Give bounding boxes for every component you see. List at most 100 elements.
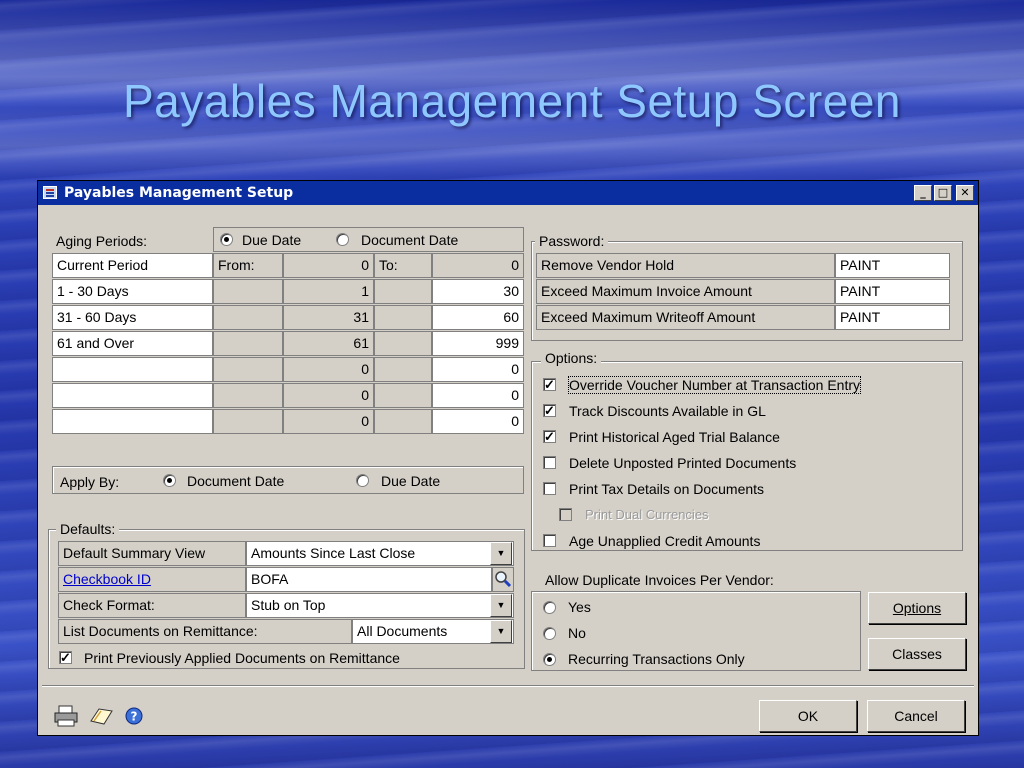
aging-period-to[interactable]: 0	[432, 409, 524, 434]
check-format-label: Check Format:	[58, 593, 246, 618]
print-previously-applied-label: Print Previously Applied Documents on Re…	[84, 650, 400, 666]
duplicates-recurring-label: Recurring Transactions Only	[568, 651, 745, 667]
option-label: Print Tax Details on Documents	[569, 481, 765, 497]
print-previously-applied-checkbox[interactable]: ✓	[59, 651, 72, 664]
aging-period-name[interactable]	[52, 357, 213, 382]
password-row-label: Remove Vendor Hold	[536, 253, 835, 278]
aging-due-date-radio[interactable]	[220, 233, 233, 246]
aging-period-from: 0	[283, 253, 374, 278]
option-checkbox[interactable]: ✓	[543, 378, 556, 391]
aging-spacer-cell	[374, 279, 432, 304]
option-checkbox[interactable]: ✓	[543, 404, 556, 417]
cancel-button[interactable]: Cancel	[867, 700, 965, 732]
search-icon	[495, 571, 512, 588]
aging-period-to[interactable]: 30	[432, 279, 524, 304]
aging-period-name[interactable]: 1 - 30 Days	[52, 279, 213, 304]
checkbook-id-link[interactable]: Checkbook ID	[63, 571, 151, 587]
options-button[interactable]: Options	[868, 592, 966, 624]
check-format-select[interactable]: Stub on Top	[246, 593, 514, 618]
checkbook-lookup-button[interactable]	[492, 567, 514, 592]
help-icon[interactable]: ?	[124, 706, 144, 726]
duplicate-invoices-label: Allow Duplicate Invoices Per Vendor:	[545, 572, 774, 588]
aging-spacer-cell	[213, 305, 283, 330]
printer-icon[interactable]	[54, 705, 80, 727]
apply-by-due-date-radio[interactable]	[356, 474, 369, 487]
aging-spacer-cell	[213, 409, 283, 434]
aging-period-name[interactable]: Current Period	[52, 253, 213, 278]
aging-spacer-cell	[374, 305, 432, 330]
aging-period-from: 61	[283, 331, 374, 356]
ok-button[interactable]: OK	[759, 700, 857, 732]
duplicates-no-radio[interactable]	[543, 627, 556, 640]
aging-period-to: 0	[432, 253, 524, 278]
dropdown-arrow-icon[interactable]: ▼	[490, 620, 512, 643]
payables-setup-window: Payables Management Setup _ □ ✕ Aging Pe…	[37, 180, 979, 736]
option-checkbox[interactable]: ✓	[543, 430, 556, 443]
aging-period-name[interactable]	[52, 409, 213, 434]
checkbook-id-cell: Checkbook ID	[58, 567, 246, 592]
default-summary-view-label: Default Summary View	[58, 541, 246, 566]
aging-period-from: 0	[283, 383, 374, 408]
duplicates-recurring-radio[interactable]	[543, 653, 556, 666]
apply-by-due-date-label: Due Date	[381, 473, 441, 489]
aging-document-date-label: Document Date	[361, 232, 459, 248]
option-label: Override Voucher Number at Transaction E…	[567, 376, 862, 394]
duplicates-yes-radio[interactable]	[543, 601, 556, 614]
list-documents-label: List Documents on Remittance:	[58, 619, 352, 644]
defaults-label: Defaults:	[56, 521, 120, 537]
aging-spacer-cell	[213, 279, 283, 304]
option-checkbox[interactable]	[543, 482, 556, 495]
slide-title: Payables Management Setup Screen	[122, 75, 902, 127]
apply-by-group	[52, 466, 524, 494]
classes-button[interactable]: Classes	[868, 638, 966, 670]
aging-spacer-cell	[213, 331, 283, 356]
password-row-label: Exceed Maximum Writeoff Amount	[536, 305, 835, 330]
from-label: From:	[213, 253, 283, 278]
password-field[interactable]: PAINT	[835, 253, 950, 278]
option-checkbox	[559, 508, 572, 521]
password-field[interactable]: PAINT	[835, 305, 950, 330]
password-field[interactable]: PAINT	[835, 279, 950, 304]
apply-by-document-date-label: Document Date	[187, 473, 285, 489]
options-label: Options:	[541, 350, 602, 366]
option-checkbox[interactable]	[543, 534, 556, 547]
note-icon[interactable]	[88, 705, 114, 727]
to-label: To:	[374, 253, 432, 278]
aging-period-name[interactable]	[52, 383, 213, 408]
aging-spacer-cell	[374, 357, 432, 382]
aging-period-name[interactable]: 31 - 60 Days	[52, 305, 213, 330]
aging-periods-label: Aging Periods:	[56, 233, 148, 249]
aging-period-name[interactable]: 61 and Over	[52, 331, 213, 356]
dropdown-arrow-icon[interactable]: ▼	[490, 542, 512, 565]
aging-period-from: 0	[283, 409, 374, 434]
option-label: Print Dual Currencies	[585, 507, 709, 522]
svg-text:?: ?	[131, 710, 138, 724]
aging-spacer-cell	[213, 357, 283, 382]
footer-divider	[42, 685, 974, 687]
option-label: Delete Unposted Printed Documents	[569, 455, 797, 471]
checkbook-id-field[interactable]: BOFA	[246, 567, 492, 592]
maximize-button[interactable]: □	[934, 185, 952, 201]
aging-period-to[interactable]: 0	[432, 383, 524, 408]
window-title: Payables Management Setup	[64, 185, 294, 201]
apply-by-document-date-radio[interactable]	[163, 474, 176, 487]
aging-period-from: 31	[283, 305, 374, 330]
password-label: Password:	[535, 233, 609, 249]
close-button[interactable]: ✕	[956, 185, 974, 201]
password-row-label: Exceed Maximum Invoice Amount	[536, 279, 835, 304]
duplicates-no-label: No	[568, 625, 586, 641]
aging-spacer-cell	[213, 383, 283, 408]
aging-period-to[interactable]: 60	[432, 305, 524, 330]
option-checkbox[interactable]	[543, 456, 556, 469]
window-titlebar[interactable]: Payables Management Setup _ □ ✕	[38, 181, 978, 205]
ok-button-label: OK	[797, 708, 819, 724]
aging-period-to[interactable]: 0	[432, 357, 524, 382]
apply-by-label: Apply By:	[60, 474, 120, 490]
dropdown-arrow-icon[interactable]: ▼	[490, 594, 512, 617]
aging-period-from: 1	[283, 279, 374, 304]
cancel-button-label: Cancel	[894, 708, 938, 724]
aging-period-to[interactable]: 999	[432, 331, 524, 356]
minimize-button[interactable]: _	[914, 185, 932, 201]
aging-document-date-radio[interactable]	[336, 233, 349, 246]
default-summary-view-select[interactable]: Amounts Since Last Close	[246, 541, 514, 566]
